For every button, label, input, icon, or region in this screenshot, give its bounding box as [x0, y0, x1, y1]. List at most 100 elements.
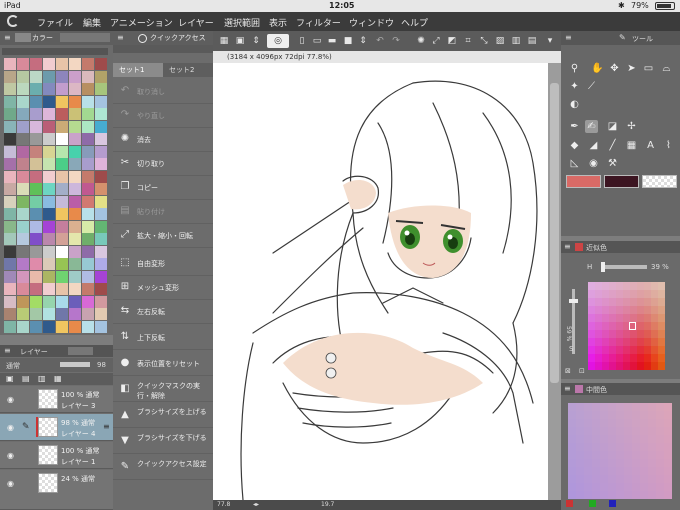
- intermediate-color-cell[interactable]: [632, 419, 640, 427]
- near-color-cell[interactable]: [630, 298, 637, 306]
- near-color-cell[interactable]: [644, 298, 651, 306]
- color-swatch[interactable]: [43, 83, 55, 95]
- eye-icon[interactable]: ◉: [7, 423, 14, 432]
- intermediate-color-cell[interactable]: [600, 467, 608, 475]
- color-swatch[interactable]: [43, 133, 55, 145]
- color-swatch[interactable]: [95, 133, 107, 145]
- intermediate-color-cell[interactable]: [600, 491, 608, 499]
- intermediate-color-cell[interactable]: [608, 467, 616, 475]
- layer-reference-icon[interactable]: ▦: [54, 374, 62, 383]
- intermediate-color-cell[interactable]: [616, 411, 624, 419]
- hue-slider-thumb[interactable]: [601, 262, 605, 272]
- intermediate-color-cell[interactable]: [576, 403, 584, 411]
- menu-animation[interactable]: アニメーション: [110, 16, 173, 29]
- brush-tool-icon[interactable]: ✍: [585, 120, 598, 133]
- fill-tool-icon[interactable]: ◆: [568, 139, 581, 152]
- record-icon[interactable]: ■: [341, 34, 355, 48]
- near-color-cell[interactable]: [595, 314, 602, 322]
- quick-access-item[interactable]: ❐ コピー: [113, 176, 213, 200]
- color-swatch[interactable]: [4, 308, 16, 320]
- expand-icon[interactable]: ⤡: [477, 34, 491, 48]
- near-color-cell[interactable]: [616, 322, 623, 330]
- near-color-cell[interactable]: [602, 314, 609, 322]
- color-swatch[interactable]: [82, 108, 94, 120]
- intermediate-color-cell[interactable]: [592, 451, 600, 459]
- color-swatch[interactable]: [69, 195, 81, 208]
- near-color-cell[interactable]: [609, 298, 616, 306]
- tab-set1[interactable]: セット1: [113, 63, 163, 77]
- layer-lock-icon[interactable]: ▣: [6, 374, 14, 383]
- hand-tool-icon[interactable]: ✋: [591, 62, 604, 75]
- intermediate-color-cell[interactable]: [576, 435, 584, 443]
- color-swatch[interactable]: [56, 320, 68, 333]
- color-swatch[interactable]: [30, 108, 42, 120]
- operation-tool-icon[interactable]: ⌇: [662, 139, 675, 152]
- quick-access-item[interactable]: ⊞ メッシュ変形: [113, 276, 213, 300]
- color-swatch[interactable]: [82, 58, 94, 70]
- near-color-cell[interactable]: [595, 282, 602, 290]
- near-color-cell[interactable]: [623, 282, 630, 290]
- intermediate-color-cell[interactable]: [616, 467, 624, 475]
- color-swatch[interactable]: [43, 270, 55, 283]
- color-swatch[interactable]: [69, 108, 81, 120]
- color-swatch[interactable]: [95, 145, 107, 158]
- intermediate-color-cell[interactable]: [592, 419, 600, 427]
- intermediate-color-cell[interactable]: [624, 467, 632, 475]
- zoom-value[interactable]: 77.8: [217, 501, 230, 508]
- color-swatch[interactable]: [43, 108, 55, 120]
- near-color-cell[interactable]: [623, 330, 630, 338]
- intermediate-color-cell[interactable]: [568, 459, 576, 467]
- color-swatch[interactable]: [56, 195, 68, 208]
- intermediate-color-cell[interactable]: [632, 459, 640, 467]
- intermediate-color-cell[interactable]: [592, 491, 600, 499]
- color-swatch[interactable]: [69, 258, 81, 270]
- color-swatch[interactable]: [43, 295, 55, 308]
- color-swatch[interactable]: [17, 220, 29, 233]
- color-swatch[interactable]: [95, 158, 107, 170]
- quick-access-item[interactable]: ✂ 切り取り: [113, 152, 213, 176]
- near-color-cell[interactable]: [595, 346, 602, 354]
- color-swatch[interactable]: [82, 158, 94, 170]
- near-color-cell[interactable]: [658, 306, 665, 314]
- open-file-icon[interactable]: ▭: [310, 34, 324, 48]
- intermediate-color-cell[interactable]: [624, 491, 632, 499]
- near-color-cell[interactable]: [623, 338, 630, 346]
- color-swatch[interactable]: [82, 320, 94, 333]
- intermediate-color-cell[interactable]: [624, 403, 632, 411]
- near-color-cell[interactable]: [644, 306, 651, 314]
- near-color-cell[interactable]: [616, 354, 623, 362]
- intermediate-color-cell[interactable]: [640, 483, 648, 491]
- color-swatch[interactable]: [56, 158, 68, 170]
- drag-handle-icon[interactable]: ≡: [103, 422, 110, 431]
- menu-filter[interactable]: フィルター: [296, 16, 341, 29]
- color-swatch[interactable]: [30, 170, 42, 183]
- near-color-cell[interactable]: [651, 338, 658, 346]
- select-tool-icon[interactable]: ▭: [642, 62, 655, 75]
- color-swatch[interactable]: [56, 170, 68, 183]
- intermediate-color-cell[interactable]: [624, 483, 632, 491]
- near-color-cell[interactable]: [637, 290, 644, 298]
- color-swatch[interactable]: [69, 270, 81, 283]
- color-swatch[interactable]: [4, 133, 16, 145]
- color-swatch[interactable]: [69, 133, 81, 145]
- intermediate-color-cell[interactable]: [624, 427, 632, 435]
- layer-row[interactable]: ◉ 100 % 通常 レイヤー 1: [0, 442, 113, 469]
- near-color-cell[interactable]: [588, 298, 595, 306]
- near-color-cell[interactable]: [637, 362, 644, 370]
- stepper-icon[interactable]: ⇕: [356, 34, 370, 48]
- canvas-scrollbar[interactable]: [548, 63, 561, 500]
- intermediate-color-cell[interactable]: [608, 419, 616, 427]
- intermediate-color-cell[interactable]: [608, 491, 616, 499]
- color-swatch[interactable]: [82, 70, 94, 83]
- color-swatch[interactable]: [17, 83, 29, 95]
- near-color-cell[interactable]: [658, 354, 665, 362]
- intermediate-color-cell[interactable]: [576, 411, 584, 419]
- near-color-cell[interactable]: [602, 362, 609, 370]
- color-swatch[interactable]: [30, 133, 42, 145]
- color-swatch[interactable]: [56, 245, 68, 258]
- intermediate-color-cell[interactable]: [568, 467, 576, 475]
- opacity-slider[interactable]: [60, 362, 90, 367]
- pen-tool-icon[interactable]: ✒: [568, 120, 581, 133]
- intermediate-color-cell[interactable]: [600, 451, 608, 459]
- intermediate-color-cell[interactable]: [592, 411, 600, 419]
